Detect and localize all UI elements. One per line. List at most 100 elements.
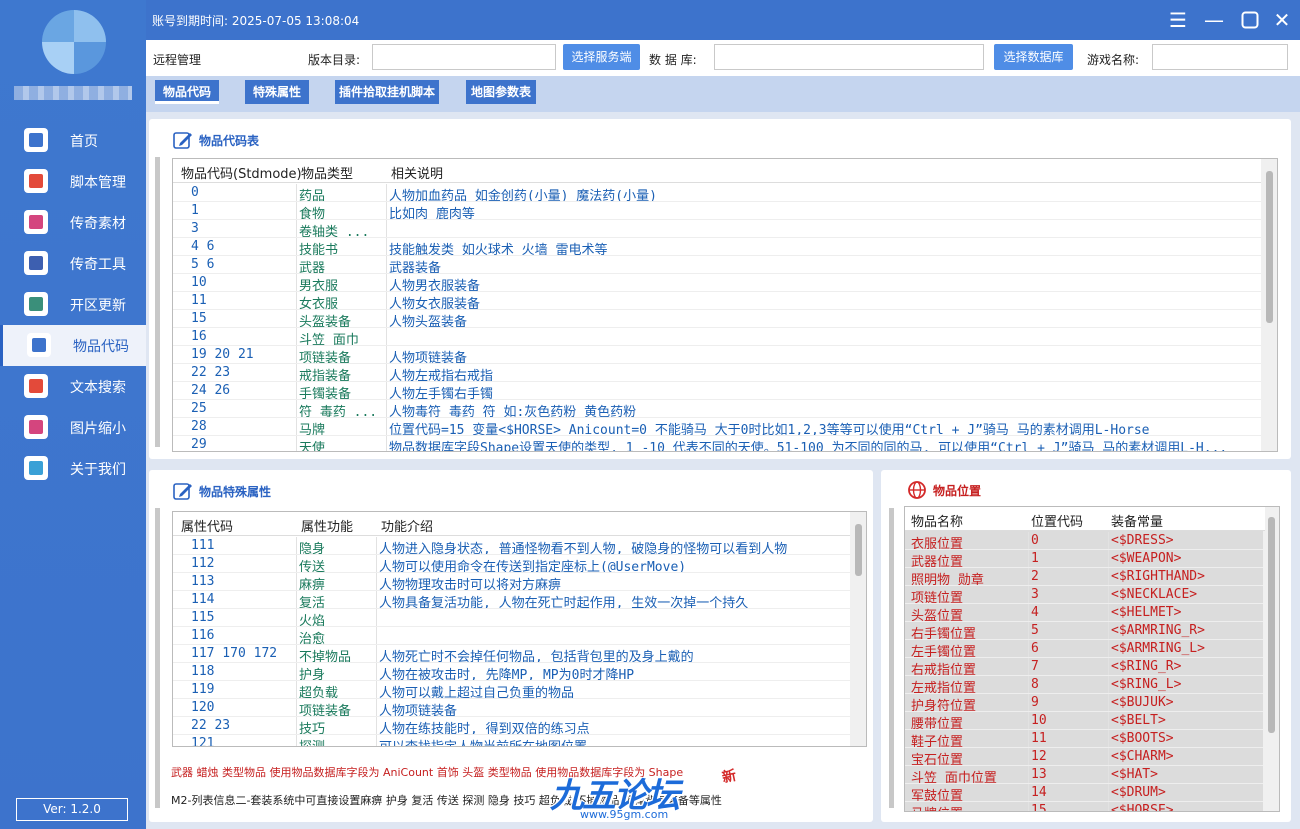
table-row[interactable]: 左手镯位置 6 <$ARMRING_L> (905, 640, 1265, 660)
table-row[interactable]: 斗笠 面巾位置 13 <$HAT> (905, 766, 1265, 786)
close-icon[interactable]: ✕ (1270, 8, 1294, 32)
table-row[interactable]: 0 药品 人物加血药品 如金创药(小量) 魔法药(小量) (173, 184, 1263, 204)
game-name-input[interactable] (1152, 44, 1288, 70)
special-attr-grid[interactable]: 属性代码 属性功能 功能介绍 111 隐身 人物进入隐身状态, 普通怪物看不到人物,… (172, 511, 867, 747)
sidebar: 首页 脚本管理 传奇素材 传奇工具 开区更新 物品代码 文本搜索 图片缩小 关于我们 Ver: … (0, 0, 146, 829)
item-code-grid[interactable]: 物品代码(Stdmode) 物品类型 相关说明 0 药品 人物加血药品 如金创药(小… (172, 158, 1278, 452)
tab-item-code[interactable]: 物品代码 (155, 80, 219, 104)
table-row[interactable]: 鞋子位置 11 <$BOOTS> (905, 730, 1265, 750)
table-row[interactable]: 马牌位置 15 <$HORSE> (905, 802, 1265, 811)
sidebar-item[interactable]: 物品代码 (0, 325, 146, 366)
table-row[interactable]: 118 护身 人物在被攻击时, 先降MP, MP为0时才降HP (173, 663, 852, 683)
remote-manage-link[interactable]: 远程管理 (153, 51, 201, 68)
sidebar-item[interactable]: 文本搜索 (0, 366, 146, 407)
cell-divider (1028, 802, 1029, 811)
table-row[interactable]: 121 探测 可以查找指定人物当前所在地图位置 (173, 735, 852, 746)
select-db-button[interactable]: 选择数据库 (994, 44, 1073, 70)
table-row[interactable]: 头盔位置 4 <$HELMET> (905, 604, 1265, 624)
table-row[interactable]: 25 符 毒药 ... 人物毒符 毒药 符 如:灰色药粉 黄色药粉 (173, 400, 1263, 420)
table-row[interactable]: 119 超负载 人物可以戴上超过自己负重的物品 (173, 681, 852, 701)
cell-divider (1108, 568, 1109, 586)
cell-divider (1108, 676, 1109, 694)
sidebar-item[interactable]: 首页 (0, 120, 146, 161)
table-row[interactable]: 120 项链装备 人物项链装备 (173, 699, 852, 719)
table-row[interactable]: 腰带位置 10 <$BELT> (905, 712, 1265, 732)
table-row[interactable]: 11 女衣服 人物女衣服装备 (173, 292, 1263, 312)
table-cell: 5 6 (191, 257, 215, 272)
item-code-scrollbar[interactable] (1261, 159, 1277, 451)
sidebar-item[interactable]: 开区更新 (0, 284, 146, 325)
db-input[interactable] (714, 44, 984, 70)
sidebar-item[interactable]: 图片缩小 (0, 407, 146, 448)
table-row[interactable]: 29 天使 物品数据库字段Shape设置天使的类型, 1 -10 代表不同的天使。5… (173, 436, 1263, 451)
cell-divider (376, 717, 377, 735)
table-row[interactable]: 武器位置 1 <$WEAPON> (905, 550, 1265, 570)
tab-pickup-script[interactable]: 插件拾取挂机脚本 (335, 80, 439, 104)
table-cell: 14 (1031, 785, 1047, 800)
table-cell: 10 (1031, 713, 1047, 728)
table-row[interactable]: 112 传送 人物可以使用命令在传送到指定座标上(@UserMove) (173, 555, 852, 575)
table-row[interactable]: 左戒指位置 8 <$RING_L> (905, 676, 1265, 696)
position-scrollbar[interactable] (1263, 507, 1279, 811)
table-cell: <$HAT> (1111, 767, 1158, 782)
maximize-icon[interactable] (1238, 8, 1262, 32)
table-row[interactable]: 16 斗笠 面巾 (173, 328, 1263, 348)
table-row[interactable]: 右戒指位置 7 <$RING_R> (905, 658, 1265, 678)
table-row[interactable]: 15 头盔装备 人物头盔装备 (173, 310, 1263, 330)
tab-special-attr[interactable]: 特殊属性 (245, 80, 309, 104)
tab-map-params[interactable]: 地图参数表 (466, 80, 536, 104)
header-pos-const[interactable]: 装备常量 (1111, 511, 1163, 530)
sidebar-item[interactable]: 传奇素材 (0, 202, 146, 243)
position-grid[interactable]: 物品名称 位置代码 装备常量 衣服位置 0 <$DRESS> 武器位置 1 <$WEAPO… (904, 506, 1280, 812)
table-row[interactable]: 24 26 手镯装备 人物左手镯右手镯 (173, 382, 1263, 402)
table-row[interactable]: 117 170 172 不掉物品 人物死亡时不会掉任何物品, 包括背包里的及身上戴的 (173, 645, 852, 665)
table-row[interactable]: 5 6 武器 武器装备 (173, 256, 1263, 276)
cell-divider (296, 184, 297, 202)
sidebar-item[interactable]: 传奇工具 (0, 243, 146, 284)
table-row[interactable]: 护身符位置 9 <$BUJUK> (905, 694, 1265, 714)
table-row[interactable]: 照明物 勋章 2 <$RIGHTHAND> (905, 568, 1265, 588)
cell-divider (376, 555, 377, 573)
table-row[interactable]: 22 23 戒指装备 人物左戒指右戒指 (173, 364, 1263, 384)
table-row[interactable]: 113 麻痹 人物物理攻击时可以将对方麻痹 (173, 573, 852, 593)
sidebar-item[interactable]: 关于我们 (0, 448, 146, 489)
table-row[interactable]: 115 火焰 (173, 609, 852, 629)
table-row[interactable]: 22 23 技巧 人物在练技能时, 得到双倍的练习点 (173, 717, 852, 737)
table-cell: 13 (1031, 767, 1047, 782)
header-attr-code[interactable]: 属性代码 (181, 516, 233, 535)
table-row[interactable]: 宝石位置 12 <$CHARM> (905, 748, 1265, 768)
header-pos-code[interactable]: 位置代码 (1031, 511, 1083, 530)
table-cell: 22 23 (191, 365, 231, 380)
tab-bar: 物品代码 特殊属性 插件拾取挂机脚本 地图参数表 (146, 76, 1300, 112)
table-cell: <$BUJUK> (1111, 695, 1174, 710)
header-attr-func[interactable]: 属性功能 (301, 516, 353, 535)
minimize-icon[interactable]: — (1202, 8, 1226, 32)
table-row[interactable]: 项链位置 3 <$NECKLACE> (905, 586, 1265, 606)
header-attr-desc[interactable]: 功能介绍 (381, 516, 433, 535)
header-item-code[interactable]: 物品代码(Stdmode) (181, 163, 302, 182)
table-row[interactable]: 军鼓位置 14 <$DRUM> (905, 784, 1265, 804)
table-row[interactable]: 28 马牌 位置代码=15 变量<$HORSE> Anicount=0 不能骑马 大… (173, 418, 1263, 438)
version-dir-input[interactable] (372, 44, 556, 70)
table-row[interactable]: 10 男衣服 人物男衣服装备 (173, 274, 1263, 294)
table-row[interactable]: 19 20 21 项链装备 人物项链装备 (173, 346, 1263, 366)
select-server-button[interactable]: 选择服务端 (563, 44, 640, 70)
header-item-desc[interactable]: 相关说明 (391, 163, 443, 182)
table-row[interactable]: 衣服位置 0 <$DRESS> (905, 532, 1265, 552)
table-row[interactable]: 1 食物 比如肉 鹿肉等 (173, 202, 1263, 222)
table-row[interactable]: 116 治愈 (173, 627, 852, 647)
table-row[interactable]: 114 复活 人物具备复活功能, 人物在死亡时起作用, 生效一次掉一个持久 (173, 591, 852, 611)
table-row[interactable]: 3 卷轴类 ... (173, 220, 1263, 240)
table-row[interactable]: 4 6 技能书 技能触发类 如火球术 火墙 雷电术等 (173, 238, 1263, 258)
sidebar-item[interactable]: 脚本管理 (0, 161, 146, 202)
table-cell: 7 (1031, 659, 1039, 674)
table-cell: 114 (191, 592, 215, 607)
header-pos-name[interactable]: 物品名称 (911, 511, 963, 530)
cell-divider (376, 573, 377, 591)
menu-icon[interactable]: ☰ (1166, 8, 1190, 32)
table-row[interactable]: 111 隐身 人物进入隐身状态, 普通怪物看不到人物, 破隐身的怪物可以看到人物 (173, 537, 852, 557)
special-attr-scrollbar[interactable] (850, 512, 866, 746)
header-item-type[interactable]: 物品类型 (301, 163, 353, 182)
table-row[interactable]: 右手镯位置 5 <$ARMRING_R> (905, 622, 1265, 642)
cell-divider (1028, 658, 1029, 676)
